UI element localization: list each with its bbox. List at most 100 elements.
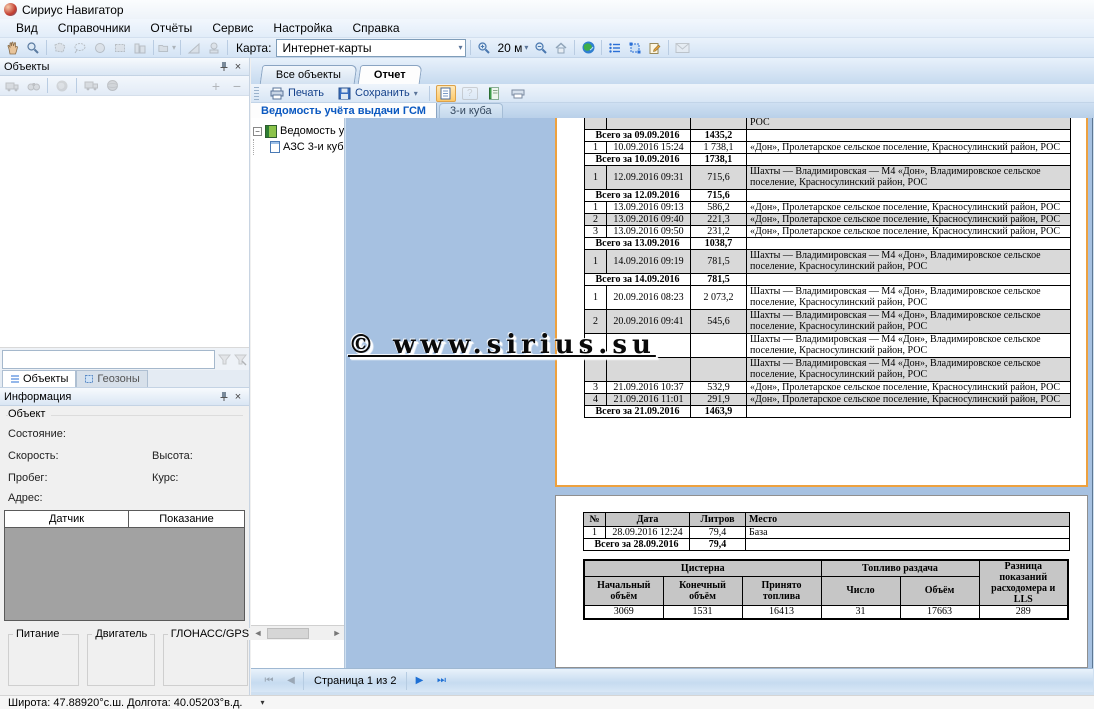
prev-page-button[interactable]: ◀: [281, 672, 301, 690]
tab-report[interactable]: Отчет: [358, 65, 422, 84]
state-label: Состояние:: [8, 428, 66, 440]
table-cell: Шахты — Владимировская — М4 «Дон», Влади…: [747, 165, 1071, 189]
object-list-button[interactable]: [606, 39, 624, 56]
parameters-button[interactable]: [484, 85, 504, 102]
map-select-value: Интернет-карты: [282, 41, 371, 55]
find-object-button[interactable]: [24, 77, 42, 94]
menu-help[interactable]: Справка: [342, 19, 409, 37]
menu-view[interactable]: Вид: [6, 19, 48, 37]
power-groupbox: Питание: [8, 634, 79, 686]
scroll-left-arrow[interactable]: ◄: [251, 628, 265, 638]
sphere-icon: [106, 79, 119, 92]
speed-label: Скорость:: [8, 450, 59, 462]
objects-panel-title: Объекты: [4, 61, 217, 73]
rect-select-button[interactable]: [111, 39, 129, 56]
app-icon: [4, 3, 17, 16]
pin-icon[interactable]: [217, 390, 231, 404]
course-label: Курс:: [152, 472, 178, 484]
table-cell: Шахты — Владимировская — М4 «Дон», Влади…: [747, 357, 1071, 381]
report-preview[interactable]: РОСВсего за 09.09.20161435,2110.09.2016 …: [346, 118, 1093, 668]
tree-hscrollbar[interactable]: ◄ ►: [251, 625, 344, 640]
geozone-button[interactable]: [626, 39, 644, 56]
table-cell: 13.09.2016 09:13: [607, 201, 691, 213]
zoom-tool-button[interactable]: [24, 39, 42, 56]
stamp-tool-button[interactable]: [205, 39, 223, 56]
scroll-thumb[interactable]: [267, 628, 309, 639]
first-page-button[interactable]: ⏮: [259, 672, 279, 690]
tree-item-child[interactable]: АЗС 3-и куба: [251, 139, 344, 155]
menu-service[interactable]: Сервис: [202, 19, 263, 37]
table-cell: [746, 539, 1070, 551]
menu-settings[interactable]: Настройка: [263, 19, 342, 37]
close-icon[interactable]: ×: [231, 60, 245, 74]
tab-objects-label: Объекты: [23, 373, 68, 385]
last-page-button[interactable]: ⏭: [431, 672, 451, 690]
summary-col-header: Конечный объём: [663, 576, 742, 605]
table-cell: [747, 273, 1071, 285]
table-row: 30691531164133117663289: [584, 606, 1068, 619]
info-panel-header: Информация ×: [0, 388, 249, 406]
toolbar-separator: [47, 78, 48, 93]
add-object-button[interactable]: [3, 77, 21, 94]
tab-all-objects[interactable]: Все объекты: [260, 65, 358, 84]
layers-dropdown-button[interactable]: ▾: [158, 39, 176, 56]
expand-plus-button[interactable]: +: [207, 77, 225, 94]
tab-vedomost[interactable]: Ведомость учёта выдачи ГСМ: [251, 103, 437, 118]
page-setup-button[interactable]: [508, 85, 528, 102]
home-view-button[interactable]: [552, 39, 570, 56]
status-dropdown-icon[interactable]: ▾: [260, 698, 264, 707]
scroll-right-arrow[interactable]: ►: [330, 628, 344, 638]
close-icon[interactable]: ×: [231, 390, 245, 404]
tab-geozones[interactable]: Геозоны: [76, 370, 147, 387]
filter-clear-button[interactable]: [234, 353, 247, 366]
zoom-out-button[interactable]: [532, 39, 550, 56]
pan-hand-button[interactable]: [4, 39, 22, 56]
col-header-date: Дата: [606, 513, 690, 527]
collapse-minus-button[interactable]: −: [228, 77, 246, 94]
angle-tool-button[interactable]: [185, 39, 203, 56]
ruler-button[interactable]: [131, 39, 149, 56]
filter-row: [0, 348, 249, 370]
object-filter-input[interactable]: [2, 350, 215, 369]
circle-select-button[interactable]: [91, 39, 109, 56]
info-panel-title: Информация: [4, 391, 217, 403]
table-cell: [747, 153, 1071, 165]
globe-button[interactable]: [579, 39, 597, 56]
table-cell: Всего за 09.09.2016: [585, 129, 691, 141]
collapse-expander-icon[interactable]: −: [253, 127, 262, 136]
menu-reports[interactable]: Отчёты: [140, 19, 202, 37]
tab-3d-cube[interactable]: 3-и куба: [439, 103, 503, 118]
tree-item-root[interactable]: − Ведомость учёта выдачи ГСМ: [251, 123, 344, 139]
save-label: Сохранить: [355, 87, 410, 99]
summary-col-header: Число: [821, 576, 900, 605]
sphere-button[interactable]: [103, 77, 121, 94]
show-on-map-button[interactable]: [53, 77, 71, 94]
glonass-groupbox: ГЛОНАСС/GPS: [163, 634, 248, 686]
track-object-button[interactable]: [82, 77, 100, 94]
table-cell: 781,5: [691, 249, 747, 273]
status-groupboxes: Питание Двигатель ГЛОНАСС/GPS: [0, 630, 250, 690]
table-cell: 3: [585, 225, 607, 237]
print-button[interactable]: Печать: [265, 86, 329, 101]
menu-directories[interactable]: Справочники: [48, 19, 141, 37]
objects-tree-area[interactable]: [0, 96, 249, 348]
table-cell: 13.09.2016 09:40: [607, 213, 691, 225]
table-cell: 79,4: [690, 527, 746, 539]
table-cell: 20.09.2016 08:23: [607, 285, 691, 309]
edit-notes-button[interactable]: [646, 39, 664, 56]
next-page-button[interactable]: ▶: [409, 672, 429, 690]
zoom-in-button[interactable]: [475, 39, 493, 56]
filter-apply-button[interactable]: [218, 353, 231, 366]
save-button[interactable]: Сохранить ▾: [333, 86, 423, 101]
lasso-select-button[interactable]: [71, 39, 89, 56]
table-cell: [691, 357, 747, 381]
polygon-select-button[interactable]: [51, 39, 69, 56]
help-button[interactable]: ?: [460, 85, 480, 102]
zoom-scale-dropdown[interactable]: 20 м▾: [495, 41, 530, 55]
map-select[interactable]: Интернет-карты ▾: [276, 39, 466, 57]
tab-objects[interactable]: Объекты: [2, 370, 76, 387]
preview-toggle-button[interactable]: [436, 85, 456, 102]
home-icon: [554, 41, 568, 55]
pin-icon[interactable]: [217, 60, 231, 74]
mail-button[interactable]: [673, 39, 691, 56]
